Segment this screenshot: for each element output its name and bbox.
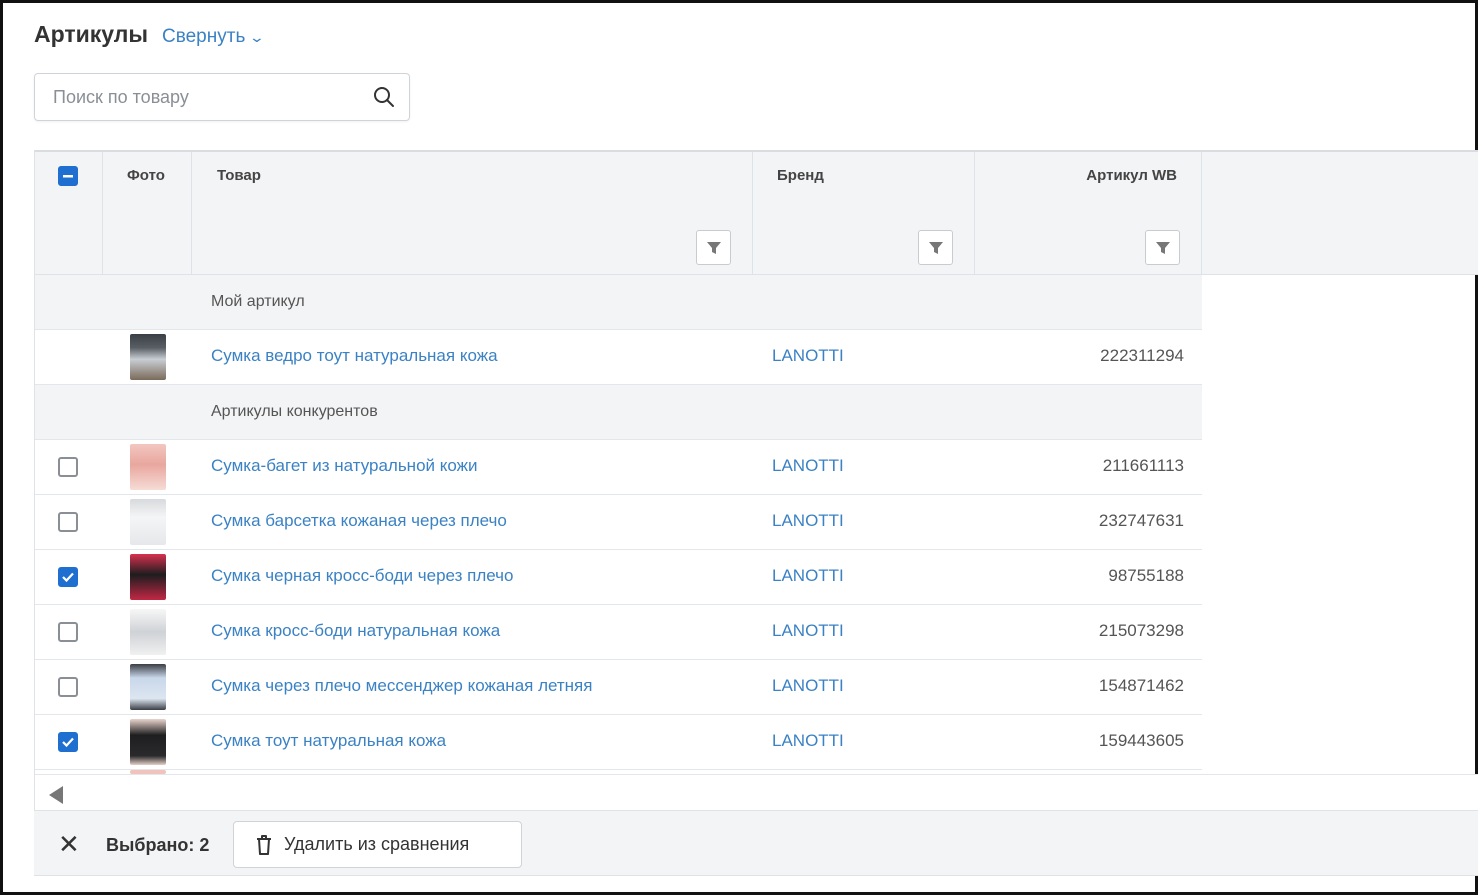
row-checkbox[interactable] [58,512,78,532]
product-link[interactable]: Сумка ведро тоут натуральная кожа [211,346,498,366]
table-row[interactable]: Сумка барсетка кожаная через плечо LANOT… [35,495,1202,550]
section-header: Артикулы Свернуть ⌄ [34,21,266,48]
select-all-column [35,152,103,275]
filter-icon [928,241,943,254]
column-photo: Фото [103,152,192,275]
page-frame: Артикулы Свернуть ⌄ Фото Товар [0,0,1478,895]
search-input[interactable] [53,86,373,108]
product-link[interactable]: Сумка тоут натуральная кожа [211,731,446,751]
search-box [34,73,410,121]
product-link[interactable]: Сумка-багет из натуральной кожи [211,456,478,476]
column-product-label: Товар [217,167,261,184]
brand-link[interactable]: LANOTTI [772,566,844,586]
selected-count: Выбрано: 2 [106,835,210,855]
row-checkbox[interactable] [58,457,78,477]
brand-link[interactable]: LANOTTI [772,456,844,476]
filter-icon [706,241,721,254]
close-icon[interactable]: ✕ [58,831,80,857]
page-title: Артикулы [34,21,149,47]
column-product: Товар [192,152,753,275]
product-link[interactable]: Сумка черная кросс-боди через плечо [211,566,513,586]
brand-link[interactable]: LANOTTI [772,731,844,751]
remove-from-comparison-button[interactable]: Удалить из сравнения [233,821,522,868]
product-link[interactable]: Сумка через плечо мессенджер кожаная лет… [211,676,592,696]
brand-link[interactable]: LANOTTI [772,621,844,641]
column-brand: Бренд [753,152,975,275]
scroll-left-arrow-icon[interactable] [49,786,63,804]
sku-value: 215073298 [1098,621,1184,640]
select-all-checkbox[interactable] [58,166,78,186]
chevron-down-icon: ⌄ [249,28,266,45]
collapse-label: Свернуть [162,26,246,47]
filter-icon [1155,241,1170,254]
filter-sku-button[interactable] [1145,230,1180,265]
table-row[interactable]: Сумка черная кросс-боди через плечо LANO… [35,550,1202,605]
row-checkbox[interactable] [58,677,78,697]
table-row[interactable]: Сумка через плечо мессенджер кожаная лет… [35,660,1202,715]
column-sku: Артикул WB [975,152,1202,275]
remove-label: Удалить из сравнения [284,834,470,854]
group-row-mine: Мой артикул [35,275,1202,330]
product-photo [130,719,166,765]
row-checkbox[interactable] [58,567,78,587]
sku-value: 98755188 [1108,566,1184,585]
sku-value: 222311294 [1100,346,1184,365]
trash-icon [257,834,271,855]
collapse-toggle[interactable]: Свернуть ⌄ [162,26,266,48]
table-header: Фото Товар Бренд Артикул WB [35,152,1478,275]
column-brand-label: Бренд [777,167,824,184]
product-photo [130,609,166,655]
filter-product-button[interactable] [696,230,731,265]
product-photo [130,499,166,545]
horizontal-scrollbar[interactable] [35,774,1478,810]
group-label: Артикулы конкурентов [211,403,378,420]
column-photo-label: Фото [127,167,165,184]
column-sku-label: Артикул WB [1086,167,1177,184]
table-row[interactable]: Сумка-багет из натуральной кожи LANOTTI … [35,440,1202,495]
product-link[interactable]: Сумка барсетка кожаная через плечо [211,511,507,531]
group-label: Мой артикул [211,293,305,310]
row-checkbox[interactable] [58,732,78,752]
group-row-competitors: Артикулы конкурентов [35,385,1202,440]
sku-value: 154871462 [1098,676,1184,695]
product-link[interactable]: Сумка кросс-боди натуральная кожа [211,621,500,641]
table-row[interactable]: Сумка ведро тоут натуральная кожа LANOTT… [35,330,1202,385]
articles-table: Фото Товар Бренд Артикул WB Мой артикул … [34,150,1478,810]
product-photo [130,334,166,380]
product-photo [130,554,166,600]
table-row[interactable]: Сумка тоут натуральная кожа LANOTTI 1594… [35,715,1202,770]
brand-link[interactable]: LANOTTI [772,346,844,366]
product-photo [130,664,166,710]
sku-value: 159443605 [1098,731,1184,750]
product-photo [130,444,166,490]
row-checkbox[interactable] [58,622,78,642]
filter-brand-button[interactable] [918,230,953,265]
brand-link[interactable]: LANOTTI [772,511,844,531]
table-row[interactable]: Сумка кросс-боди натуральная кожа LANOTT… [35,605,1202,660]
sku-value: 232747631 [1098,511,1184,530]
selection-footer: ✕ Выбрано: 2 Удалить из сравнения [34,810,1478,876]
sku-value: 211661113 [1102,456,1184,475]
search-icon[interactable] [373,86,395,108]
brand-link[interactable]: LANOTTI [772,676,844,696]
